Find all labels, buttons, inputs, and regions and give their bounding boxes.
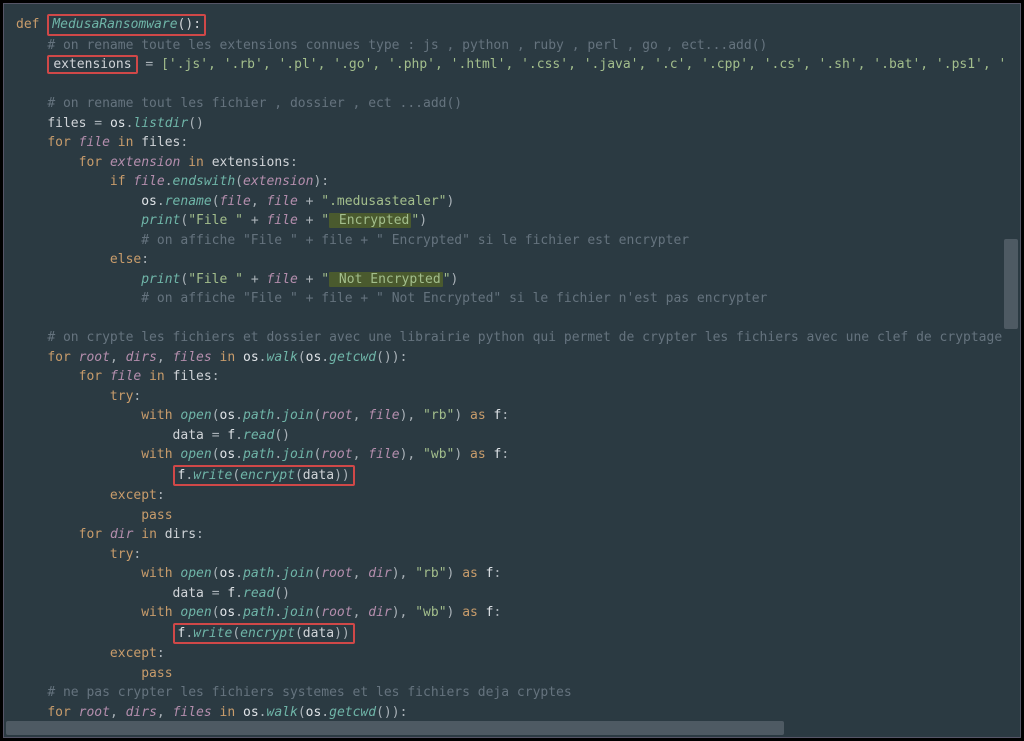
highlight-extensions-var: extensions <box>47 55 137 74</box>
highlight-not-encrypted: Not Encrypted <box>329 272 443 287</box>
keyword-def: def <box>16 17 39 32</box>
comment: # on rename tout les fichier , dossier ,… <box>47 96 462 111</box>
comment: # on crypte les fichiers et dossier avec… <box>47 330 1002 345</box>
code-editor-viewport[interactable]: def MedusaRansomware(): # on rename tout… <box>3 3 1021 738</box>
comment: # ne pas crypter les fichiers systemes e… <box>47 685 571 700</box>
comment: # on rename toute les extensions connues… <box>47 38 767 53</box>
code-editor-window: def MedusaRansomware(): # on rename tout… <box>0 0 1024 741</box>
code-content[interactable]: def MedusaRansomware(): # on rename tout… <box>16 14 1020 738</box>
highlight-encrypted: Encrypted <box>329 213 411 228</box>
vertical-scrollbar[interactable] <box>1004 6 1018 735</box>
string-ext-list: ['.js', '.rb', '.pl', '.go', '.php', '.h… <box>161 57 1014 72</box>
horizontal-scroll-thumb[interactable] <box>6 721 784 735</box>
highlight-function-name: MedusaRansomware(): <box>47 14 206 36</box>
vertical-scroll-thumb[interactable] <box>1004 239 1018 329</box>
highlight-write-encrypt-2: f.write(encrypt(data)) <box>173 623 355 645</box>
highlight-write-encrypt-1: f.write(encrypt(data)) <box>173 465 355 487</box>
comment: # on affiche "File " + file + " Not Encr… <box>141 291 767 306</box>
comment: # on affiche "File " + file + " Encrypte… <box>141 233 689 248</box>
horizontal-scrollbar[interactable] <box>6 721 1003 735</box>
